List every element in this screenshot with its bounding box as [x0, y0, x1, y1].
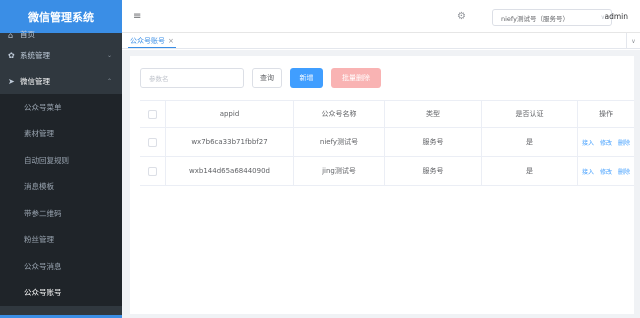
select-all-checkbox[interactable] — [148, 109, 157, 119]
sidebar-subitem-label: 公众号菜单 — [24, 102, 62, 112]
sidebar-subitem-label: 公众号消息 — [24, 261, 62, 271]
sidebar-subitem-accounts[interactable]: 公众号账号 — [0, 279, 122, 306]
sidebar-subitem-label: 公众号账号 — [24, 288, 62, 298]
column-header: 是否认证 — [482, 101, 578, 127]
add-button[interactable]: 新增 — [290, 68, 323, 88]
tag-accounts[interactable]: 公众号账号 × — [128, 35, 176, 48]
app-title: 微信管理系统 — [0, 0, 122, 33]
sidebar-subitem-label: 消息模板 — [24, 182, 54, 192]
query-button[interactable]: 查询 — [252, 68, 282, 88]
table-cell-type: 服务号 — [385, 157, 482, 185]
table-cell-verified: 是 — [482, 128, 578, 156]
column-header: appid — [166, 101, 294, 127]
table-cell-appid: wx7b6ca33b71fbbf27 — [166, 128, 294, 156]
delete-link[interactable]: 删除 — [618, 167, 630, 176]
column-header: 操作 — [599, 110, 613, 118]
row-checkbox[interactable] — [148, 166, 157, 176]
tags-more-button[interactable]: ∨ — [626, 33, 640, 49]
batch-delete-button[interactable]: 批量删除 — [331, 68, 381, 88]
column-header: 类型 — [385, 101, 482, 127]
sidebar-subitem-label: 粉丝管理 — [24, 235, 54, 245]
row-actions: 接入 修改 删除 — [582, 167, 630, 176]
menu-toggle-icon[interactable]: ≡ — [133, 11, 141, 22]
close-icon[interactable]: × — [168, 37, 174, 45]
sidebar-item-home[interactable]: ⌂ 首页 — [0, 30, 122, 42]
chevron-up-icon: ⌃ — [106, 77, 112, 85]
sidebar-subitem-qrcode[interactable]: 带参二维码 — [0, 200, 122, 227]
sidebar-subitem-auto-reply[interactable]: 自动回复规则 — [0, 147, 122, 174]
sidebar-item-label: 系统管理 — [20, 50, 50, 60]
row-actions: 接入 修改 删除 — [582, 138, 630, 147]
accounts-table: appid 公众号名称 类型 是否认证 操作 wx7b6ca33b71fbbf2… — [140, 100, 634, 186]
table-header: appid 公众号名称 类型 是否认证 操作 — [140, 101, 634, 128]
tags-bar: 公众号账号 × ∨ — [122, 33, 640, 49]
table-cell-appid: wxb144d65a6844090d — [166, 157, 294, 185]
send-icon: ➤ — [8, 76, 15, 86]
gear-icon: ✿ — [8, 50, 15, 60]
delete-link[interactable]: 删除 — [618, 138, 630, 147]
connect-link[interactable]: 接入 — [582, 138, 594, 147]
top-header: ≡ ⚙ niefy测试号（服务号） ∨ admin — [122, 0, 640, 33]
content-panel: 参数名 查询 新增 批量删除 appid 公众号名称 类型 是否认证 操作 wx… — [130, 56, 634, 314]
sidebar-item-label: 微信管理 — [20, 76, 50, 86]
search-input[interactable]: 参数名 — [140, 68, 244, 88]
table-row: wxb144d65a6844090d jing测试号 服务号 是 接入 修改 删… — [140, 157, 634, 186]
sidebar-item-wechat[interactable]: ➤ 微信管理 ⌃ — [0, 68, 122, 94]
account-select[interactable]: niefy测试号（服务号） ∨ — [492, 9, 612, 26]
table-cell-type: 服务号 — [385, 128, 482, 156]
chevron-down-icon: ∨ — [631, 37, 636, 45]
sidebar-subitem-fans[interactable]: 粉丝管理 — [0, 226, 122, 253]
user-menu[interactable]: admin — [605, 12, 629, 21]
sidebar-subitem-label: 带参二维码 — [24, 208, 62, 218]
settings-icon[interactable]: ⚙ — [457, 11, 466, 22]
sidebar-subitem-menu[interactable]: 公众号菜单 — [0, 94, 122, 121]
sidebar-item-system[interactable]: ✿ 系统管理 ⌄ — [0, 42, 122, 68]
account-select-value: niefy测试号（服务号） — [501, 14, 569, 23]
tag-label: 公众号账号 — [130, 37, 165, 45]
sidebar-subitem-label: 自动回复规则 — [24, 155, 69, 165]
chevron-down-icon: ⌄ — [106, 51, 112, 59]
edit-link[interactable]: 修改 — [600, 138, 612, 147]
row-checkbox[interactable] — [148, 137, 157, 147]
sidebar-subitem-label: 素材管理 — [24, 129, 54, 139]
table-cell-verified: 是 — [482, 157, 578, 185]
sidebar-subitem-material[interactable]: 素材管理 — [0, 120, 122, 147]
column-header: 公众号名称 — [294, 101, 385, 127]
sidebar: 微信管理系统 ⌂ 首页 ✿ 系统管理 ⌄ ➤ 微信管理 ⌃ 公众号菜单 素材管理… — [0, 0, 122, 318]
table-row: wx7b6ca33b71fbbf27 niefy测试号 服务号 是 接入 修改 … — [140, 128, 634, 157]
table-cell-name: jing测试号 — [294, 157, 385, 185]
sidebar-subitem-template[interactable]: 消息模板 — [0, 173, 122, 200]
connect-link[interactable]: 接入 — [582, 167, 594, 176]
edit-link[interactable]: 修改 — [600, 167, 612, 176]
sidebar-item-label: 首页 — [20, 30, 35, 39]
app-root: 微信管理系统 ⌂ 首页 ✿ 系统管理 ⌄ ➤ 微信管理 ⌃ 公众号菜单 素材管理… — [0, 0, 640, 318]
home-icon: ⌂ — [8, 31, 14, 40]
table-cell-name: niefy测试号 — [294, 128, 385, 156]
main-content: 参数名 查询 新增 批量删除 appid 公众号名称 类型 是否认证 操作 wx… — [122, 50, 640, 318]
sidebar-subitem-messages[interactable]: 公众号消息 — [0, 253, 122, 280]
